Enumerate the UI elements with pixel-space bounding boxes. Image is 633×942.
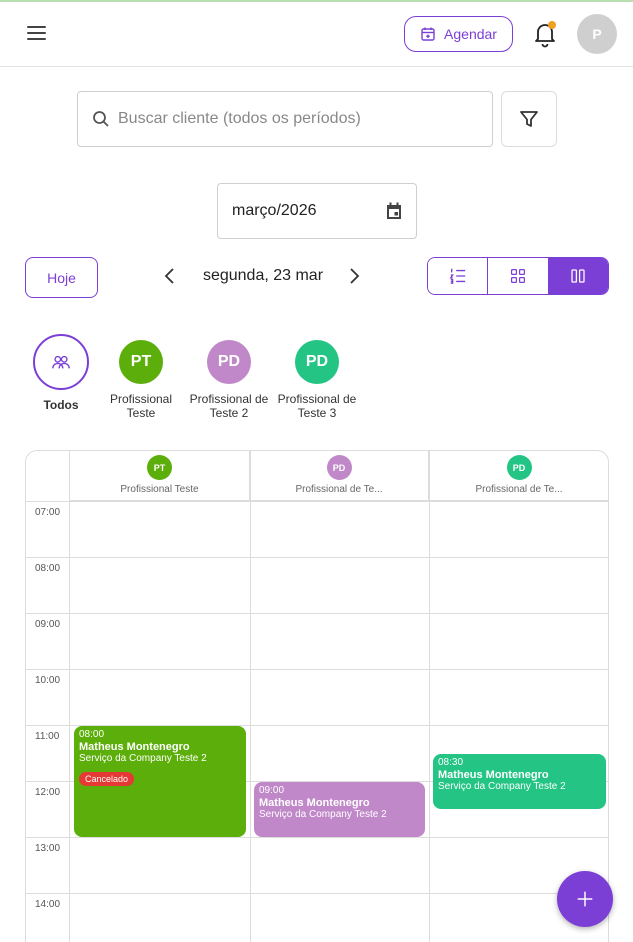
professional-name: Profissional Teste — [109, 392, 173, 420]
team-icon — [52, 355, 70, 369]
column-name: Profissional Teste — [120, 484, 199, 495]
hour-label: 10:00 — [35, 675, 61, 686]
professional-chip-todos[interactable]: Todos — [17, 334, 105, 412]
appointment-service: Serviço da Company Teste 2 — [259, 809, 387, 820]
notifications-bell-icon[interactable] — [532, 20, 558, 48]
hamburger-menu-icon[interactable] — [24, 22, 50, 46]
professional-avatar: PD — [295, 340, 339, 384]
columns-icon — [571, 269, 585, 283]
time-column — [26, 451, 70, 942]
chevron-left-icon — [164, 268, 174, 284]
status-badge: Cancelado — [79, 772, 135, 786]
professional-filter: Todos PT Profissional Teste PD Profissio… — [25, 334, 425, 429]
professional-name: Todos — [43, 398, 79, 412]
hour-line — [26, 613, 608, 614]
hour-line — [26, 837, 608, 838]
today-button[interactable]: Hoje — [25, 257, 98, 298]
column-name: Profissional de Te... — [475, 484, 563, 495]
notification-dot — [548, 21, 556, 29]
search-icon — [93, 111, 109, 127]
today-label: Hoje — [47, 269, 76, 286]
professional-chip-pd2[interactable]: PD Profissional de Teste 2 — [185, 334, 273, 420]
calendar-add-icon — [421, 27, 435, 41]
appointment-service: Serviço da Company Teste 2 — [438, 781, 566, 792]
avatar-initial: P — [592, 26, 602, 42]
calendar-icon[interactable] — [384, 201, 404, 221]
appointment-client: Matheus Montenegro — [79, 741, 190, 753]
professional-chip-pd3[interactable]: PD Profissional de Teste 3 — [273, 334, 361, 420]
filter-button[interactable] — [501, 91, 557, 147]
columns-view-button[interactable] — [548, 258, 608, 294]
column-divider — [429, 451, 430, 942]
column-header: PT Profissional Teste — [70, 451, 250, 501]
appointment-card[interactable]: 08:30 Matheus Montenegro Serviço da Compan… — [433, 754, 606, 809]
hour-line — [26, 893, 608, 894]
appointment-service: Serviço da Company Teste 2 — [79, 753, 207, 764]
add-appointment-fab[interactable] — [557, 871, 613, 927]
professional-chip-pt[interactable]: PT Profissional Teste — [97, 334, 185, 420]
hour-line — [26, 669, 608, 670]
appointment-client: Matheus Montenegro — [438, 769, 549, 781]
next-day-button[interactable] — [342, 264, 366, 288]
appointment-card[interactable]: 09:00 Matheus Montenegro Serviço da Compan… — [254, 782, 425, 837]
column-avatar: PT — [147, 455, 172, 480]
user-avatar[interactable]: P — [577, 14, 617, 54]
grid-view-button[interactable] — [488, 258, 549, 294]
ordered-list-icon — [449, 268, 465, 284]
filter-icon — [520, 111, 538, 127]
hour-line — [26, 501, 608, 502]
search-field[interactable] — [77, 91, 493, 147]
hour-label: 11:00 — [35, 731, 60, 742]
appointment-time: 09:00 — [259, 785, 285, 796]
hour-label: 13:00 — [35, 843, 61, 854]
grid-icon — [510, 269, 525, 283]
month-picker-value: março/2026 — [232, 202, 317, 219]
column-avatar: PD — [506, 455, 532, 480]
search-input[interactable] — [118, 110, 478, 128]
professional-name: Profissional de Teste 3 — [277, 392, 357, 420]
hour-label: 14:00 — [35, 899, 61, 910]
hour-label: 09:00 — [35, 619, 61, 630]
app-header: Agendar P — [0, 2, 633, 67]
column-avatar: PD — [326, 455, 352, 480]
hour-label: 07:00 — [35, 507, 61, 518]
column-header: PD Profissional de Te... — [429, 451, 608, 501]
chevron-right-icon — [350, 268, 360, 284]
appointment-client: Matheus Montenegro — [259, 797, 370, 809]
team-avatar — [33, 334, 89, 390]
hour-label: 08:00 — [35, 563, 61, 574]
professional-avatar: PD — [207, 340, 251, 384]
hour-line — [26, 557, 608, 558]
appointment-time: 08:30 — [438, 757, 464, 768]
list-view-button[interactable] — [428, 258, 489, 294]
agendar-label: Agendar — [444, 26, 497, 42]
plus-icon — [577, 891, 593, 907]
view-mode-toggle — [427, 257, 609, 295]
column-divider — [250, 451, 251, 942]
day-schedule-grid: PT Profissional Teste PD Profissional de Te… — [25, 450, 609, 942]
agendar-button[interactable]: Agendar — [404, 16, 513, 52]
column-header: PD Profissional de Te... — [250, 451, 429, 501]
professional-avatar: PT — [119, 340, 163, 384]
appointment-card[interactable]: 08:00 Matheus Montenegro Serviço da Compan… — [74, 726, 246, 837]
previous-day-button[interactable] — [158, 264, 182, 288]
column-name: Profissional de Te... — [295, 484, 383, 495]
appointment-time: 08:00 — [79, 729, 105, 740]
professional-name: Profissional de Teste 2 — [189, 392, 269, 420]
hour-label: 12:00 — [35, 787, 61, 798]
month-picker[interactable]: março/2026 — [217, 183, 417, 239]
current-day-label: segunda, 23 mar — [202, 267, 324, 284]
